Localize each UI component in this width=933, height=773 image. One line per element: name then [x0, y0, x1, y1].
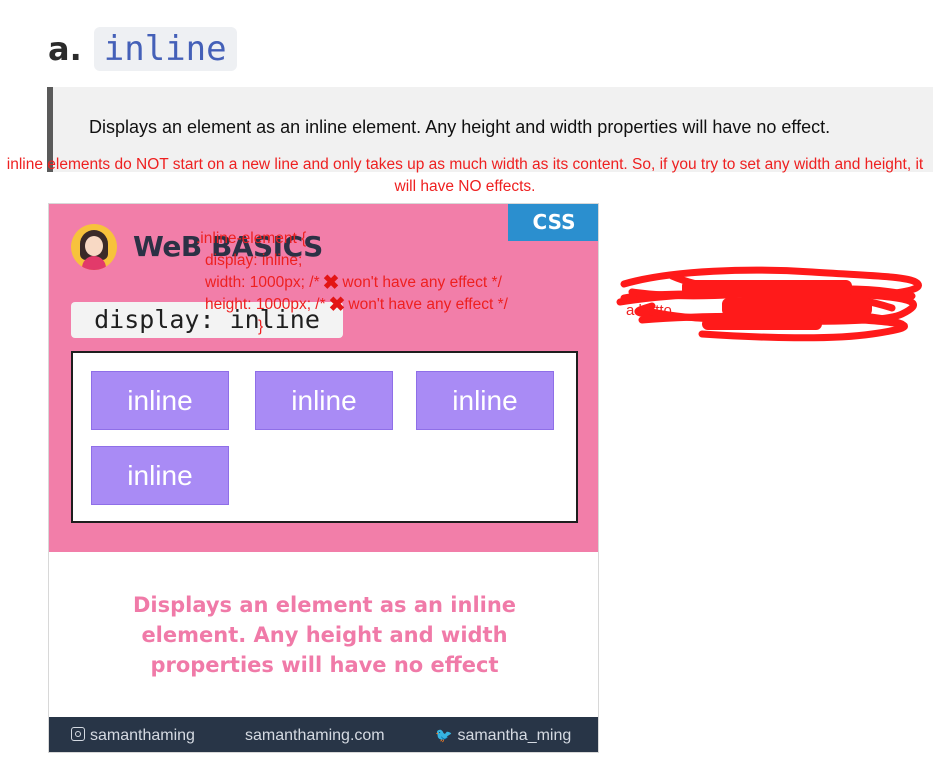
footer-twitter[interactable]: 🐦 samantha_ming [435, 717, 572, 752]
inline-block-4: inline [91, 446, 229, 505]
card-description: Displays an element as an inline element… [132, 593, 517, 677]
cross-mark-icon: ✖ [328, 294, 346, 316]
inline-block-2: inline [255, 371, 393, 430]
footer-instagram[interactable]: samanthaming [71, 717, 195, 752]
inline-block-3: inline [416, 371, 554, 430]
redacted-annotation: a botto [612, 262, 928, 344]
instagram-icon [71, 727, 85, 741]
code-line-display: display: inline; [205, 252, 303, 269]
twitter-handle: samantha_ming [457, 727, 572, 744]
cross-mark-icon: ✖ [322, 272, 340, 294]
demo-box: inline inline inline inline [71, 351, 578, 523]
code-line-width: width: 1000px; /* ✖ won't have any effect … [205, 272, 502, 294]
section-heading: a. inline [48, 24, 237, 74]
annotation-note: inline elements do NOT start on a new li… [6, 156, 924, 195]
footer-website[interactable]: samanthaming.com [245, 717, 385, 752]
heading-code: inline [93, 27, 237, 71]
code-line-close: } [258, 318, 264, 335]
card-footer: samanthaming samanthaming.com 🐦 samantha_… [49, 717, 598, 752]
redaction-scribble [616, 266, 922, 342]
card-body: Displays an element as an inline element… [49, 552, 598, 717]
avatar-icon [71, 224, 117, 270]
code-line-selector: .inline-element { [196, 230, 307, 247]
code-annotation: .inline-element { display: inline; width… [196, 228, 576, 338]
heading-prefix: a. [48, 30, 82, 68]
code-line-height: height: 1000px; /* ✖ won't have any effect… [205, 294, 508, 316]
instagram-handle: samanthaming [90, 727, 195, 744]
definition-text: Displays an element as an inline element… [89, 117, 831, 137]
inline-block-1: inline [91, 371, 229, 430]
twitter-bird-icon: 🐦 [435, 727, 453, 743]
